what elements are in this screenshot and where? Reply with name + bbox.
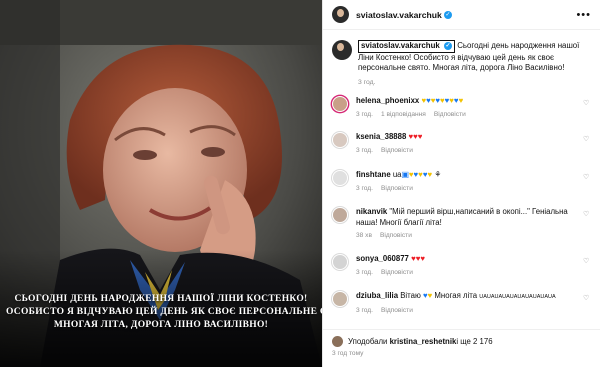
image-caption-line: ОСОБИСТО Я ВІДЧУВАЮ ЦЕЙ ДЕНЬ ЯК СВОЄ ПЕР… bbox=[6, 307, 322, 317]
comment-time: 3 год. bbox=[356, 110, 373, 118]
comment-avatar[interactable] bbox=[332, 96, 348, 112]
comment-text: ♥♥♥ bbox=[411, 254, 425, 263]
reply-button[interactable]: Відповісти bbox=[380, 232, 412, 239]
comment-time: 3 год. bbox=[356, 306, 373, 314]
post-footer: Уподобали kristina_reshetnik і ще 2 176 … bbox=[323, 329, 600, 363]
comment-text: ua▣♥♥♥♥♥ ⚘ bbox=[392, 170, 442, 179]
comment-avatar[interactable] bbox=[332, 291, 348, 307]
author-username[interactable]: sviatoslav.vakarchuk bbox=[356, 10, 442, 20]
comment-like-heart-icon[interactable]: ♡ bbox=[583, 295, 590, 302]
comment-like-heart-icon[interactable]: ♡ bbox=[583, 211, 590, 218]
comment-item: nikanvik "Мій перший вірш,написаний в ок… bbox=[332, 207, 592, 242]
comment-username[interactable]: helena_phoenixx bbox=[356, 96, 419, 105]
comment-item: dziuba_lilia Вітаю ♥♥ Многая літа UAUAUA… bbox=[332, 291, 592, 316]
post-sidebar: sviatoslav.vakarchuk ✓ ••• sviatoslav.va… bbox=[322, 0, 600, 367]
image-caption-text: СЬОГОДНІ ДЕНЬ НАРОДЖЕННЯ НАШОЇ ЛІНИ КОСТ… bbox=[6, 293, 322, 332]
comment-time: 3 год. bbox=[356, 184, 373, 192]
reply-button[interactable]: Відповісти bbox=[381, 307, 413, 314]
comment-avatar[interactable] bbox=[332, 254, 348, 270]
image-caption-line: МНОГАЯ ЛІТА, ДОРОГА ЛІНО ВАСИЛІВНО! bbox=[53, 320, 269, 330]
comment-replies-count[interactable]: 1 відповідання bbox=[381, 111, 426, 118]
liker-username[interactable]: kristina_reshetnik bbox=[390, 337, 457, 346]
reply-button[interactable]: Відповісти bbox=[381, 269, 413, 276]
comment-avatar[interactable] bbox=[332, 207, 348, 223]
image-caption-line: СЬОГОДНІ ДЕНЬ НАРОДЖЕННЯ НАШОЇ ЛІНИ КОСТ… bbox=[14, 294, 308, 304]
comment-item: sonya_060877 ♥♥♥ 3 год. Відповісти ♡ bbox=[332, 254, 592, 278]
comment-like-heart-icon[interactable]: ♡ bbox=[583, 258, 590, 265]
author-avatar[interactable] bbox=[332, 40, 352, 60]
comment-item: finshtane ua▣♥♥♥♥♥ ⚘ 3 год. Відповісти ♡ bbox=[332, 170, 592, 194]
comment-like-heart-icon[interactable]: ♡ bbox=[583, 174, 590, 181]
comment-time: 38 хв bbox=[356, 232, 372, 239]
reply-button[interactable]: Відповісти bbox=[381, 147, 413, 154]
comment-username[interactable]: sonya_060877 bbox=[356, 254, 409, 263]
comment-like-heart-icon[interactable]: ♡ bbox=[583, 100, 590, 107]
author-avatar[interactable] bbox=[332, 6, 349, 23]
verified-badge-icon: ✓ bbox=[444, 41, 453, 50]
comment-time: 3 год. bbox=[356, 146, 373, 154]
comment-text: Вітаю ♥♥ Многая літа UAUAUAUAUAUAUAUAUAU… bbox=[400, 291, 556, 300]
comment-avatar[interactable] bbox=[332, 170, 348, 186]
comment-username[interactable]: dziuba_lilia bbox=[356, 291, 398, 300]
post-photo[interactable]: СЬОГОДНІ ДЕНЬ НАРОДЖЕННЯ НАШОЇ ЛІНИ КОСТ… bbox=[0, 0, 322, 367]
more-options-icon[interactable]: ••• bbox=[576, 9, 591, 21]
reply-button[interactable]: Відповісти bbox=[381, 185, 413, 192]
verified-badge-icon: ✓ bbox=[443, 10, 452, 19]
liker-avatar bbox=[332, 336, 343, 347]
post-header: sviatoslav.vakarchuk ✓ ••• bbox=[323, 0, 600, 30]
comment-avatar[interactable] bbox=[332, 132, 348, 148]
post-time: 3 год тому bbox=[332, 350, 364, 357]
comment-like-heart-icon[interactable]: ♡ bbox=[583, 136, 590, 143]
comment-item: helena_phoenixx ♥♥♥♥♥♥♥♥♥ 3 год. 1 відпов… bbox=[332, 96, 592, 120]
comment-username[interactable]: nikanvik bbox=[356, 207, 387, 216]
comment-username[interactable]: finshtane bbox=[356, 170, 391, 179]
comment-username[interactable]: ksenia_38888 bbox=[356, 132, 406, 141]
caption-author-username[interactable]: sviatoslav.vakarchuk ✓ bbox=[358, 40, 456, 53]
reply-button[interactable]: Відповісти bbox=[434, 111, 466, 118]
likes-prefix: Уподобали bbox=[348, 337, 388, 346]
comment-time: 3 год. bbox=[356, 268, 373, 276]
instagram-post-view: СЬОГОДНІ ДЕНЬ НАРОДЖЕННЯ НАШОЇ ЛІНИ КОСТ… bbox=[0, 0, 600, 367]
comment-text: ♥♥♥♥♥♥♥♥♥ bbox=[421, 96, 464, 105]
post-caption: sviatoslav.vakarchuk ✓ Сьогодні день нар… bbox=[332, 40, 592, 88]
caption-time: 3 год. bbox=[358, 78, 376, 86]
likes-summary[interactable]: Уподобали kristina_reshetnik і ще 2 176 bbox=[332, 336, 591, 347]
comment-text: "Мій перший вірш,написаний в окопі..." Г… bbox=[356, 207, 568, 227]
likes-suffix: і ще 2 176 bbox=[456, 337, 493, 346]
comment-text: ♥♥♥ bbox=[408, 132, 423, 141]
comment-item: ksenia_38888 ♥♥♥ 3 год. Відповісти ♡ bbox=[332, 132, 592, 156]
